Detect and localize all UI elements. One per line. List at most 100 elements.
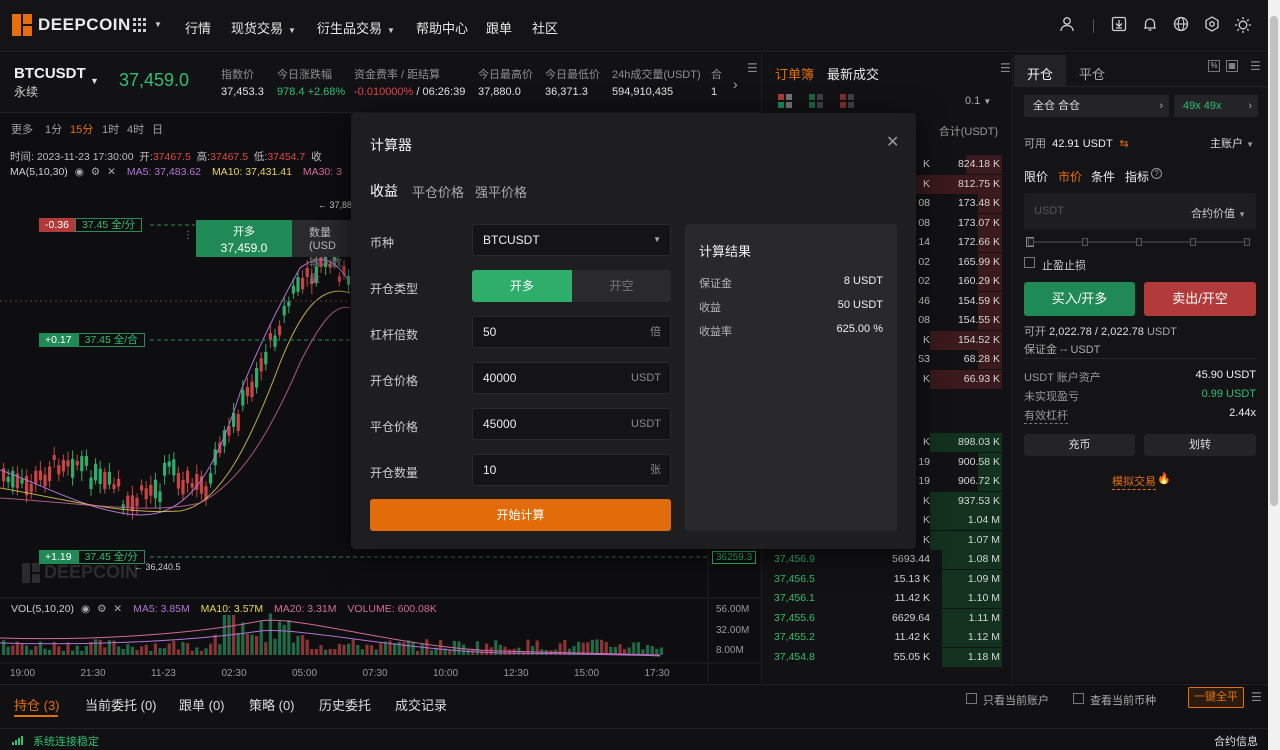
calc-tab-profit[interactable]: 收益	[370, 181, 398, 201]
open-long-qty[interactable]: 数量(USD 输入数量	[292, 220, 351, 285]
amount-unit-select[interactable]: 合约价值 ▼	[1191, 205, 1246, 221]
tf-4h[interactable]: 4时	[127, 121, 144, 137]
apps-caret-icon[interactable]: ▼	[154, 20, 162, 29]
user-icon[interactable]	[1057, 16, 1077, 36]
tab-open[interactable]: 开仓	[1027, 64, 1053, 83]
vol-close-icon[interactable]: ✕	[113, 603, 122, 615]
nav-help[interactable]: 帮助中心	[416, 18, 468, 37]
deepcoin-logo[interactable]: DEEPCOIN	[12, 14, 131, 36]
leverage-select[interactable]: 49x 49x ›	[1174, 95, 1258, 117]
slider-mark[interactable]	[1028, 238, 1034, 246]
slider-mark[interactable]	[1190, 238, 1196, 246]
orderbook-row[interactable]: 37,455.6 6629.64 1.11 M	[762, 608, 1014, 628]
tpsl-checkbox[interactable]	[1024, 257, 1035, 268]
orderbook-menu-icon[interactable]: ☰	[1000, 61, 1011, 75]
coin-select[interactable]: BTCUSDT ▼	[472, 224, 671, 256]
tab-orderbook[interactable]: 订单簿	[775, 64, 814, 83]
nav-spot[interactable]: 现货交易 ▼	[231, 18, 296, 37]
order-type-indicator[interactable]: 指标	[1125, 168, 1149, 185]
account-select[interactable]: 主账户 ▼	[1210, 135, 1254, 151]
close-icon[interactable]: ✕	[107, 166, 116, 178]
leverage-input[interactable]: 50 倍	[472, 316, 671, 348]
symbol-caret-icon[interactable]: ▼	[90, 76, 99, 86]
view-both-icon[interactable]	[778, 94, 792, 108]
calc-long-button[interactable]: 开多	[472, 270, 572, 302]
gear-icon[interactable]: ⚙	[91, 166, 100, 178]
order-type-limit[interactable]: 限价	[1024, 168, 1048, 185]
open-price-input[interactable]: 40000 USDT	[472, 362, 671, 394]
bottom-menu-icon[interactable]: ☰	[1251, 690, 1262, 704]
tf-15m[interactable]: 15分	[70, 121, 93, 137]
transfer-swap-icon[interactable]: ⇆	[1120, 138, 1129, 150]
open-long-box[interactable]: 开多 37,459.0	[196, 220, 292, 257]
orderbook-row[interactable]: 37,456.5 15.13 K 1.09 M	[762, 569, 1014, 589]
download-icon[interactable]	[1109, 16, 1129, 36]
vol-gear-icon[interactable]: ⚙	[97, 603, 106, 615]
tab-copy-orders[interactable]: 跟单 (0)	[179, 695, 225, 714]
slider-mark[interactable]	[1244, 238, 1250, 246]
start-calculation-button[interactable]: 开始计算	[370, 499, 671, 531]
view-asks-icon[interactable]	[840, 94, 854, 108]
orderbook-row[interactable]: 37,456.1 11.42 K 1.10 M	[762, 589, 1014, 608]
qty-input[interactable]: 10 张	[472, 454, 671, 486]
asset-label-3[interactable]: 有效杠杆	[1024, 407, 1068, 424]
buy-long-button[interactable]: 买入/开多	[1024, 282, 1135, 316]
slider-mark[interactable]	[1082, 238, 1088, 246]
percent-icon[interactable]: %	[1208, 60, 1220, 72]
calculator-icon[interactable]: ▦	[1226, 60, 1238, 72]
sell-short-button[interactable]: 卖出/开空	[1144, 282, 1256, 316]
deposit-button[interactable]: 充币	[1024, 434, 1135, 456]
position-tag-3[interactable]: +1.19 37.45 全/分	[39, 550, 145, 564]
open-long-widget[interactable]: ⋮ 开多 37,459.0 数量(USD 输入数量	[180, 218, 351, 285]
tf-1m[interactable]: 1分	[45, 121, 62, 137]
eye-icon[interactable]: ◉	[75, 166, 84, 178]
modal-close-icon[interactable]: ✕	[886, 132, 899, 152]
tab-strategies[interactable]: 策略 (0)	[249, 695, 295, 714]
position-tag-1[interactable]: -0.36 37.45 全/分	[39, 218, 143, 232]
nav-derivatives[interactable]: 衍生品交易 ▼	[317, 18, 395, 37]
nav-market[interactable]: 行情	[185, 18, 211, 37]
apps-grid-icon[interactable]	[133, 18, 147, 32]
close-price-input[interactable]: 45000 USDT	[472, 408, 671, 440]
orderbook-row[interactable]: 37,455.2 11.42 K 1.12 M	[762, 628, 1014, 647]
contract-info-link[interactable]: 合约信息	[1214, 733, 1258, 749]
position-tag-2[interactable]: +0.17 37.45 全/合	[39, 333, 145, 347]
tab-trade-history[interactable]: 成交记录	[395, 695, 447, 714]
calc-short-button[interactable]: 开空	[572, 270, 671, 302]
header-next-icon[interactable]: ›	[733, 76, 738, 92]
tab-close[interactable]: 平仓	[1079, 64, 1105, 83]
vol-eye-icon[interactable]: ◉	[81, 603, 90, 615]
header-menu-icon[interactable]: ☰	[747, 61, 758, 75]
orderbook-row[interactable]: 37,456.9 5693.44 1.08 M	[762, 550, 1014, 569]
scrollbar-thumb[interactable]	[1270, 16, 1278, 506]
tf-more[interactable]: 更多	[11, 121, 33, 137]
amount-input[interactable]: USDT 合约价值 ▼	[1024, 193, 1256, 229]
help-icon[interactable]: ?	[1151, 168, 1162, 179]
close-all-button[interactable]: 一键全平	[1188, 687, 1244, 708]
globe-icon[interactable]	[1171, 16, 1191, 36]
slider-mark[interactable]	[1136, 238, 1142, 246]
only-current-account-checkbox[interactable]	[966, 693, 977, 704]
margin-mode-select[interactable]: 全仓 合仓 ›	[1024, 95, 1169, 117]
settings-hexagon-icon[interactable]	[1202, 16, 1222, 36]
current-coin-checkbox[interactable]	[1073, 693, 1084, 704]
page-scrollbar[interactable]	[1268, 0, 1280, 750]
drag-handle-icon[interactable]: ⋮	[183, 230, 193, 241]
order-type-market[interactable]: 市价	[1058, 168, 1082, 185]
tab-open-orders[interactable]: 当前委托 (0)	[85, 695, 157, 714]
demo-trading-link[interactable]: 模拟交易	[1112, 473, 1156, 490]
view-bids-icon[interactable]	[809, 94, 823, 108]
trade-menu-icon[interactable]: ☰	[1250, 59, 1261, 73]
tab-latest-trades[interactable]: 最新成交	[827, 64, 879, 83]
nav-community[interactable]: 社区	[532, 18, 558, 37]
tf-1h[interactable]: 1时	[102, 121, 119, 137]
transfer-button[interactable]: 划转	[1144, 434, 1256, 456]
precision-select[interactable]: 0.1 ▼	[965, 95, 991, 107]
tab-order-history[interactable]: 历史委托	[319, 695, 371, 714]
tab-positions[interactable]: 持仓 (3)	[14, 695, 60, 714]
tf-1d[interactable]: 日	[152, 121, 163, 137]
orderbook-row[interactable]: 37,454.8 55.05 K 1.18 M	[762, 647, 1014, 667]
theme-sun-icon[interactable]	[1233, 16, 1253, 36]
order-type-conditional[interactable]: 条件	[1091, 168, 1115, 185]
calc-tab-liq-price[interactable]: 强平价格	[475, 182, 527, 201]
